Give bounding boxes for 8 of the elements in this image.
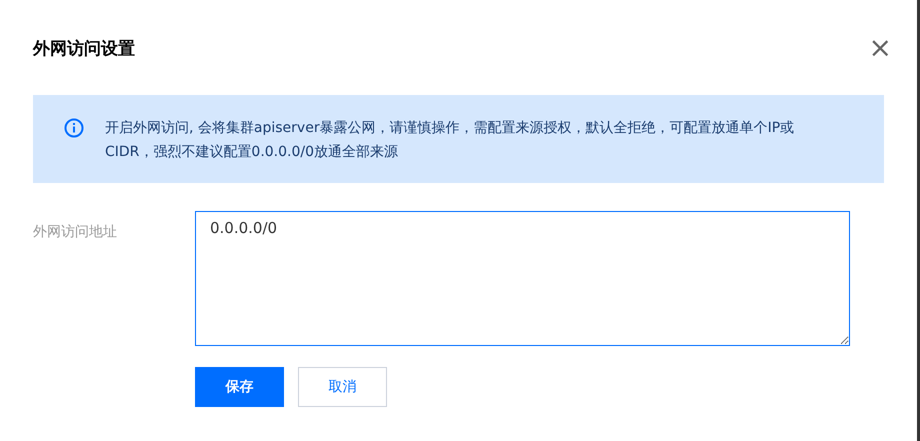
input-field[interactable]: 0.0.0.0/0: [195, 211, 850, 346]
close-button[interactable]: ×: [868, 34, 892, 62]
save-button[interactable]: 保存: [195, 367, 284, 407]
info-icon: [64, 118, 84, 138]
notice-text: 开启外网访问, 会将集群apiserver暴露公网，请谨慎操作，需配置来源授权，默认全拒绝，可配置放通单个IP或CIDR，强烈不建议配置0.0.0.0/0放通全部来源: [105, 119, 796, 162]
dialog-title: 外网访问设置: [33, 38, 135, 60]
cancel-button[interactable]: 取消: [298, 367, 387, 407]
field-label: 外网访问地址: [33, 223, 118, 242]
